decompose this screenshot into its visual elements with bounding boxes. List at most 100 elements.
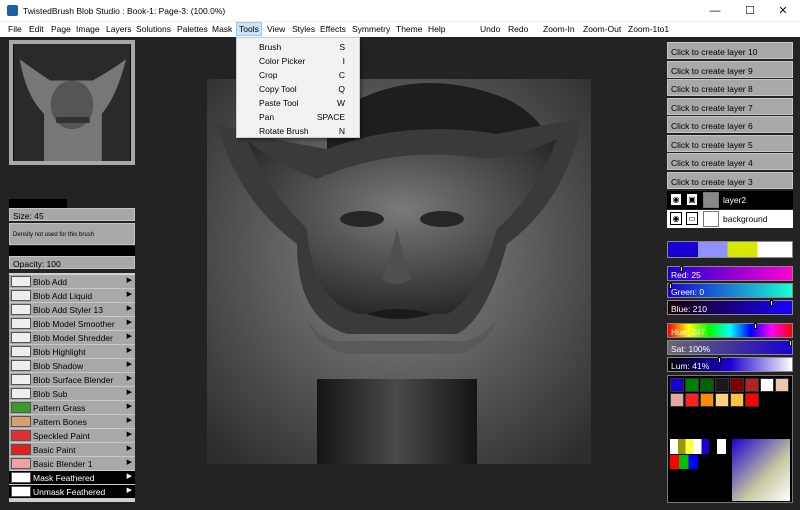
palette-swatch[interactable] <box>685 393 699 407</box>
brush-blob-sub[interactable]: Blob Sub ▶ <box>9 387 135 401</box>
menu-effects[interactable]: Effects <box>320 24 346 34</box>
palette-swatch[interactable] <box>670 378 684 392</box>
density-slider[interactable]: Density not used for this brush <box>9 223 135 245</box>
zoom-out-button[interactable]: Zoom-Out <box>583 24 621 34</box>
close-button[interactable]: ✕ <box>766 0 800 22</box>
layer-row-layer2[interactable]: ◉ ▣ layer2 <box>667 191 793 209</box>
menu-file[interactable]: File <box>8 24 22 34</box>
palette-swatch[interactable] <box>730 378 744 392</box>
saturation-slider[interactable]: Sat: 100% <box>667 340 793 355</box>
brush-pattern-bones[interactable]: Pattern Bones ▶ <box>9 415 135 429</box>
tools-pan[interactable]: Pan SPACE <box>237 109 359 123</box>
green-slider[interactable]: Green: 0 <box>667 283 793 298</box>
opacity-slider[interactable]: Opacity: 100 <box>9 256 135 269</box>
layer-row-background[interactable]: ◉ ▭ background <box>667 210 793 228</box>
create-layer-5-button[interactable]: Click to create layer 5 <box>667 135 793 152</box>
custom-colors-row[interactable] <box>670 439 726 454</box>
menu-styles[interactable]: Styles <box>292 24 315 34</box>
palette-swatch[interactable] <box>715 393 729 407</box>
create-layer-10-button[interactable]: Click to create layer 10 <box>667 42 793 59</box>
undo-button[interactable]: Undo <box>480 24 500 34</box>
brush-blob-shadow[interactable]: Blob Shadow ▶ <box>9 359 135 373</box>
palette-swatch[interactable] <box>715 378 729 392</box>
color-mixer-area[interactable] <box>732 439 790 501</box>
tools-rotate-brush[interactable]: Rotate Brush N <box>237 123 359 137</box>
brush-icon <box>11 374 31 385</box>
recent-colors-bar[interactable] <box>667 241 793 258</box>
red-slider[interactable]: Red: 25 <box>667 266 793 281</box>
hue-slider[interactable]: Hue: 247 <box>667 323 793 338</box>
brush-icon <box>11 318 31 329</box>
create-layer-4-button[interactable]: Click to create layer 4 <box>667 153 793 170</box>
brush-blob-highlight[interactable]: Blob Highlight ▶ <box>9 345 135 359</box>
brush-mask-feathered[interactable]: Mask Feathered ▶ <box>9 471 135 485</box>
size-slider[interactable]: Size: 45 <box>9 208 135 221</box>
slider-knob[interactable] <box>789 340 792 346</box>
brush-icon <box>11 388 31 399</box>
tools-copy-tool[interactable]: Copy Tool Q <box>237 81 359 95</box>
menu-view[interactable]: View <box>267 24 285 34</box>
brush-speckled-paint[interactable]: Speckled Paint ▶ <box>9 429 135 443</box>
brush-blob-model-shredder[interactable]: Blob Model Shredder ▶ <box>9 331 135 345</box>
tools-brush[interactable]: Brush S <box>237 39 359 53</box>
slider-knob[interactable] <box>718 357 721 363</box>
brush-basic-paint[interactable]: Basic Paint ▶ <box>9 443 135 457</box>
create-layer-9-button[interactable]: Click to create layer 9 <box>667 61 793 78</box>
menu-mask[interactable]: Mask <box>212 24 232 34</box>
page-thumbnail[interactable] <box>9 40 135 165</box>
create-layer-8-button[interactable]: Click to create layer 8 <box>667 79 793 96</box>
slider-knob[interactable] <box>680 266 683 272</box>
custom-colors-row[interactable] <box>670 455 698 469</box>
menu-theme[interactable]: Theme <box>396 24 422 34</box>
zoom-1to1-button[interactable]: Zoom-1to1 <box>628 24 669 34</box>
menu-page[interactable]: Page <box>51 24 71 34</box>
slider-knob[interactable] <box>770 300 773 306</box>
create-layer-6-button[interactable]: Click to create layer 6 <box>667 116 793 133</box>
brush-unmask-feathered[interactable]: Unmask Feathered ▶ <box>9 485 135 499</box>
create-layer-7-button[interactable]: Click to create layer 7 <box>667 98 793 115</box>
palette-swatch[interactable] <box>700 378 714 392</box>
tools-color-picker[interactable]: Color Picker I <box>237 53 359 67</box>
menu-symmetry[interactable]: Symmetry <box>352 24 390 34</box>
palette-swatch[interactable] <box>745 393 759 407</box>
create-layer-3-button[interactable]: Click to create layer 3 <box>667 172 793 189</box>
eye-icon[interactable]: ◉ <box>670 212 682 225</box>
tools-paste-tool[interactable]: Paste Tool W <box>237 95 359 109</box>
expand-arrow-icon: ▶ <box>126 291 132 298</box>
expand-arrow-icon: ▶ <box>126 347 132 354</box>
redo-button[interactable]: Redo <box>508 24 528 34</box>
maximize-button[interactable]: ☐ <box>733 0 767 22</box>
brush-pattern-grass[interactable]: Pattern Grass ▶ <box>9 401 135 415</box>
tools-crop[interactable]: Crop C <box>237 67 359 81</box>
luminance-slider[interactable]: Lum: 41% <box>667 357 793 372</box>
brush-basic-blender-1[interactable]: Basic Blender 1 ▶ <box>9 457 135 471</box>
palette-swatch[interactable] <box>685 378 699 392</box>
brush-blob-model-smoother[interactable]: Blob Model Smoother ▶ <box>9 317 135 331</box>
brush-blob-surface-blender[interactable]: Blob Surface Blender ▶ <box>9 373 135 387</box>
palette-swatch[interactable] <box>760 378 774 392</box>
bones-brush-icon <box>11 416 31 427</box>
menu-layers[interactable]: Layers <box>106 24 132 34</box>
palette-swatch[interactable] <box>775 378 789 392</box>
palette-swatch[interactable] <box>670 393 684 407</box>
slider-knob[interactable] <box>669 283 672 289</box>
menu-image[interactable]: Image <box>76 24 100 34</box>
blue-slider[interactable]: Blue: 210 <box>667 300 793 315</box>
palette-swatch[interactable] <box>730 393 744 407</box>
brush-blob-add-styler-13[interactable]: Blob Add Styler 13 ▶ <box>9 303 135 317</box>
menu-tools[interactable]: Tools <box>236 22 262 36</box>
brush-blob-add-liquid[interactable]: Blob Add Liquid ▶ <box>9 289 135 303</box>
menu-help[interactable]: Help <box>428 24 445 34</box>
slider-knob[interactable] <box>754 323 757 329</box>
minimize-button[interactable]: — <box>698 0 732 22</box>
lock-icon[interactable]: ▭ <box>686 212 698 225</box>
lock-icon[interactable]: ▣ <box>686 193 698 206</box>
brush-blob-add[interactable]: Blob Add ▶ <box>9 275 135 289</box>
menu-palettes[interactable]: Palettes <box>177 24 208 34</box>
menu-solutions[interactable]: Solutions <box>136 24 171 34</box>
palette-swatch[interactable] <box>745 378 759 392</box>
menu-edit[interactable]: Edit <box>29 24 44 34</box>
zoom-in-button[interactable]: Zoom-In <box>543 24 575 34</box>
palette-swatch[interactable] <box>700 393 714 407</box>
eye-icon[interactable]: ◉ <box>670 193 682 206</box>
